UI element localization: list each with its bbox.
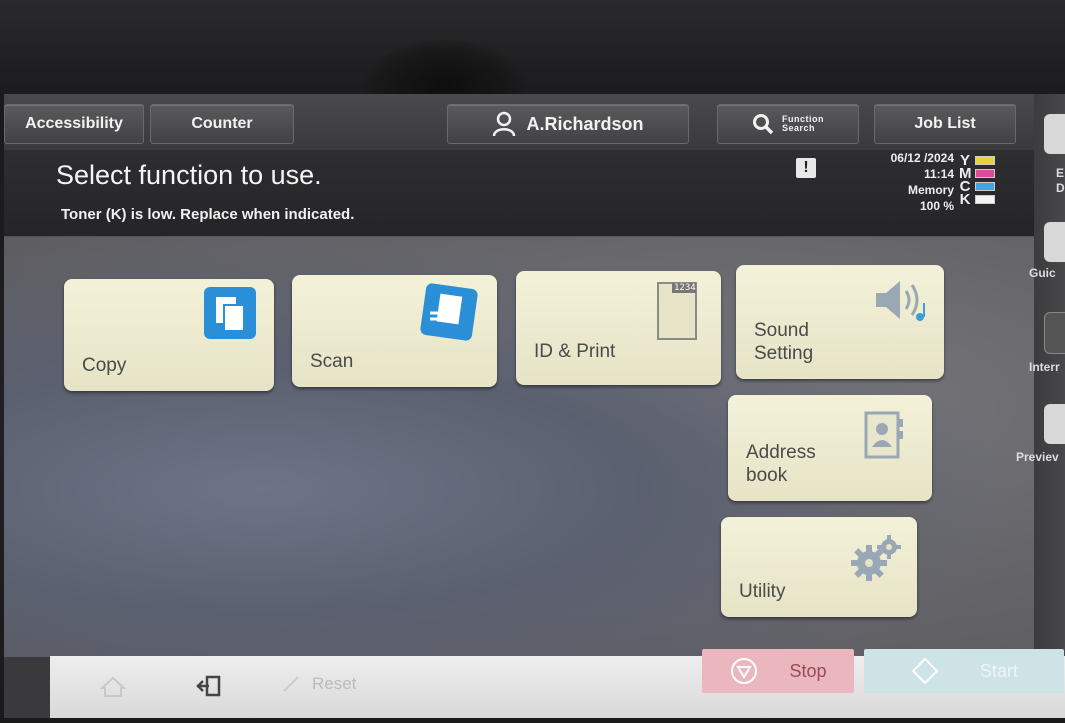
start-label: Start <box>979 660 1018 681</box>
start-button[interactable]: Start <box>864 649 1064 693</box>
guidance-button[interactable] <box>1044 222 1065 262</box>
warning-icon[interactable]: ! <box>796 158 816 178</box>
stop-icon <box>731 658 758 684</box>
reset-icon <box>283 676 299 692</box>
speaker-icon <box>876 281 925 321</box>
start-icon <box>911 657 939 685</box>
copy-tile[interactable]: Copy <box>64 279 274 391</box>
address-book-tile[interactable]: Address book <box>728 395 932 501</box>
user-name: A.Richardson <box>526 113 644 134</box>
interrupt-label: Interr <box>1029 360 1060 374</box>
stop-label: Stop <box>789 660 827 681</box>
user-tab[interactable]: A.Richardson <box>447 104 689 144</box>
page-title: Select function to use. <box>56 160 322 190</box>
bottom-control-bar: Reset Stop Start <box>50 649 1065 718</box>
function-area: Copy Scan 1234 ID & Print Sound Setting … <box>4 237 1034 657</box>
utility-label: Utility <box>739 581 786 602</box>
toner-levels: Y M C K <box>959 153 1019 208</box>
address-book-label: Address book <box>746 442 816 486</box>
logout-icon[interactable] <box>195 674 223 698</box>
gear-icon <box>851 535 901 581</box>
stop-button[interactable]: Stop <box>702 649 854 693</box>
status-date: 06/12 /2024 <box>890 151 954 165</box>
function-search-tab[interactable]: Function Search <box>717 104 859 144</box>
toner-bar-black <box>975 195 995 204</box>
toner-warning-message: Toner (K) is low. Replace when indicated… <box>61 206 355 223</box>
toner-bar-yellow <box>975 156 995 165</box>
job-list-tab[interactable]: Job List <box>874 104 1016 144</box>
preview-button[interactable] <box>1044 404 1065 444</box>
toner-row-k: K <box>959 191 1019 208</box>
address-book-icon <box>864 411 903 459</box>
scan-icon <box>420 283 478 341</box>
id-print-icon-text: 1234 <box>674 283 696 293</box>
preview-label: Previev <box>1016 450 1059 464</box>
side-label-1: ED <box>1056 166 1065 195</box>
scan-label: Scan <box>310 351 354 372</box>
memory-value: 100 % <box>919 199 954 213</box>
copy-label: Copy <box>82 355 127 376</box>
sound-setting-label: Sound Setting <box>754 320 814 364</box>
side-button-1[interactable] <box>1044 114 1065 154</box>
home-icon[interactable] <box>100 676 126 698</box>
status-time: 11:14 <box>923 167 954 181</box>
utility-tile[interactable]: Utility <box>721 517 917 617</box>
toner-letter: K <box>959 191 971 208</box>
info-bar: Select function to use. Toner (K) is low… <box>4 150 1034 237</box>
toner-bar-cyan <box>975 182 995 191</box>
right-side-panel: ED Guic Interr Previev <box>1016 94 1065 718</box>
device-status: 06/12 /2024 11:14 Memory 100 % <box>844 150 954 214</box>
counter-label: Counter <box>191 115 253 132</box>
function-search-label: Function Search <box>782 114 824 133</box>
accessibility-tab[interactable]: Accessibility <box>4 104 144 144</box>
reset-button[interactable]: Reset <box>280 664 430 704</box>
sound-setting-tile[interactable]: Sound Setting <box>736 265 944 379</box>
touch-screen: Accessibility Counter A.Richardson Funct… <box>4 94 1065 718</box>
copy-icon <box>204 287 256 339</box>
accessibility-label: Accessibility <box>25 115 123 132</box>
reset-label: Reset <box>312 674 357 693</box>
scan-tile[interactable]: Scan <box>292 275 497 387</box>
job-list-label: Job List <box>914 115 976 132</box>
memory-label: Memory <box>907 183 954 197</box>
top-tab-bar: Accessibility Counter A.Richardson Funct… <box>4 94 1034 150</box>
user-icon <box>493 111 516 137</box>
interrupt-button[interactable] <box>1044 312 1065 354</box>
counter-tab[interactable]: Counter <box>150 104 294 144</box>
id-print-label: ID & Print <box>534 341 616 362</box>
search-icon <box>753 114 774 135</box>
toner-bar-magenta <box>975 169 995 178</box>
guidance-label: Guic <box>1029 266 1056 280</box>
id-print-tile[interactable]: 1234 ID & Print <box>516 271 721 385</box>
